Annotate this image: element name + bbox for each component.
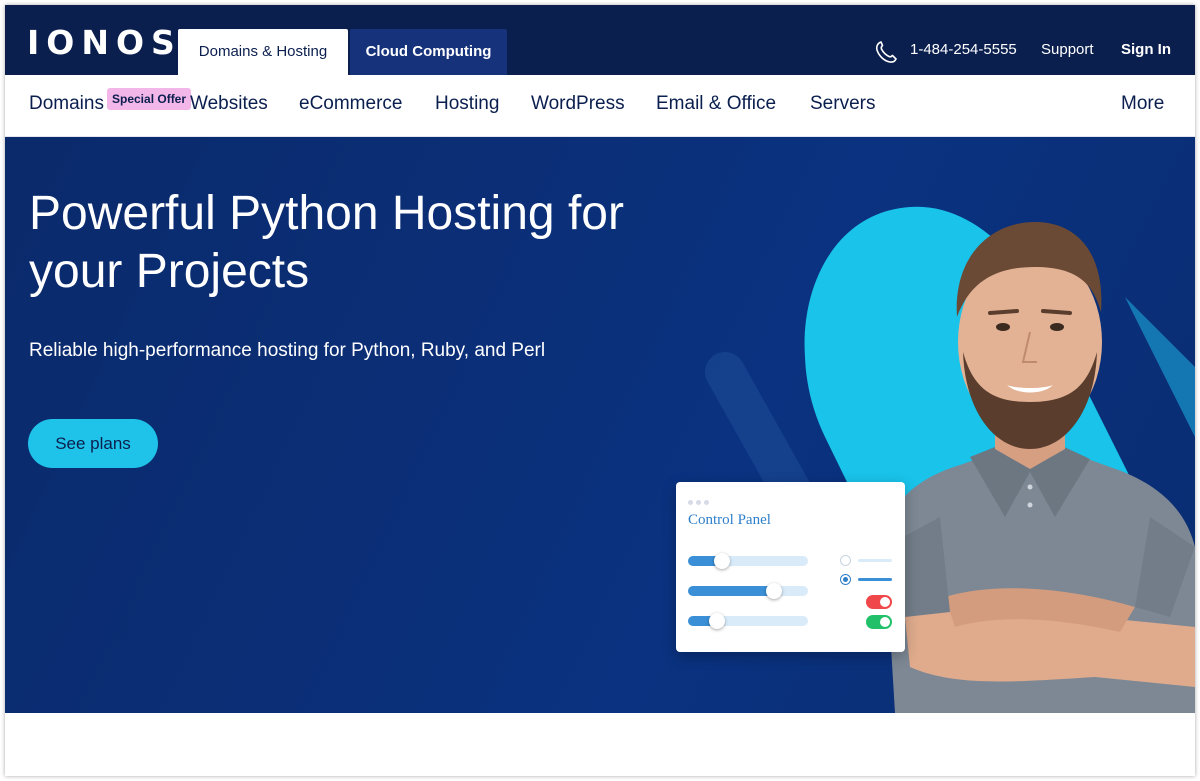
nav-item-servers[interactable]: Servers — [810, 93, 875, 115]
tab-cloud-computing[interactable]: Cloud Computing — [350, 29, 507, 75]
slider-knob[interactable] — [713, 553, 730, 569]
nav-item-more[interactable]: More — [1121, 93, 1164, 115]
nav-item-email-office[interactable]: Email & Office — [656, 93, 776, 115]
slider-knob[interactable] — [766, 583, 783, 599]
see-plans-button[interactable]: See plans — [28, 419, 158, 468]
support-link[interactable]: Support — [1041, 41, 1094, 58]
hero-subtitle: Reliable high-performance hosting for Py… — [29, 340, 546, 361]
person-image — [885, 222, 1195, 713]
radio-option[interactable] — [840, 574, 851, 585]
slider-fill — [688, 586, 775, 596]
tab-domains-hosting[interactable]: Domains & Hosting — [178, 29, 348, 75]
nav-item-ecommerce[interactable]: eCommerce — [299, 93, 402, 115]
browser-page: IONOS Domains & Hosting Cloud Computing … — [5, 5, 1195, 776]
control-panel-title: Control Panel — [688, 512, 771, 528]
ionos-logo[interactable]: IONOS — [27, 23, 182, 63]
phone-number[interactable]: 1-484-254-5555 — [910, 41, 1017, 58]
toggle-knob — [880, 617, 890, 627]
radio-option[interactable] — [840, 555, 851, 566]
nav-item-hosting[interactable]: Hosting — [435, 93, 499, 115]
toggle-switch[interactable] — [866, 595, 892, 609]
hero-section: Powerful Python Hosting for your Project… — [5, 137, 1195, 713]
toggle-switch[interactable] — [866, 615, 892, 629]
sign-in-link[interactable]: Sign In — [1121, 41, 1171, 58]
slider[interactable] — [688, 613, 808, 629]
phone-icon[interactable] — [873, 39, 899, 65]
window-dots — [688, 492, 712, 510]
slider-knob[interactable] — [708, 613, 725, 629]
nav-item-wordpress[interactable]: WordPress — [531, 93, 625, 115]
page-bottom — [5, 713, 1195, 776]
radio-label-line — [858, 559, 892, 562]
control-panel-card: Control Panel — [676, 482, 905, 652]
nav-item-websites[interactable]: Websites — [190, 93, 268, 115]
hero-title: Powerful Python Hosting for your Project… — [29, 187, 624, 298]
main-nav: Special Offer Domains & SSL Websites eCo… — [5, 75, 1195, 137]
toggle-knob — [880, 597, 890, 607]
top-bar: IONOS Domains & Hosting Cloud Computing … — [5, 5, 1195, 75]
special-offer-badge: Special Offer — [107, 88, 192, 110]
nav-item-domains-ssl[interactable]: Special Offer Domains & SSL — [29, 88, 192, 115]
radio-label-line — [858, 578, 892, 581]
slider[interactable] — [688, 583, 808, 599]
slider[interactable] — [688, 553, 808, 569]
